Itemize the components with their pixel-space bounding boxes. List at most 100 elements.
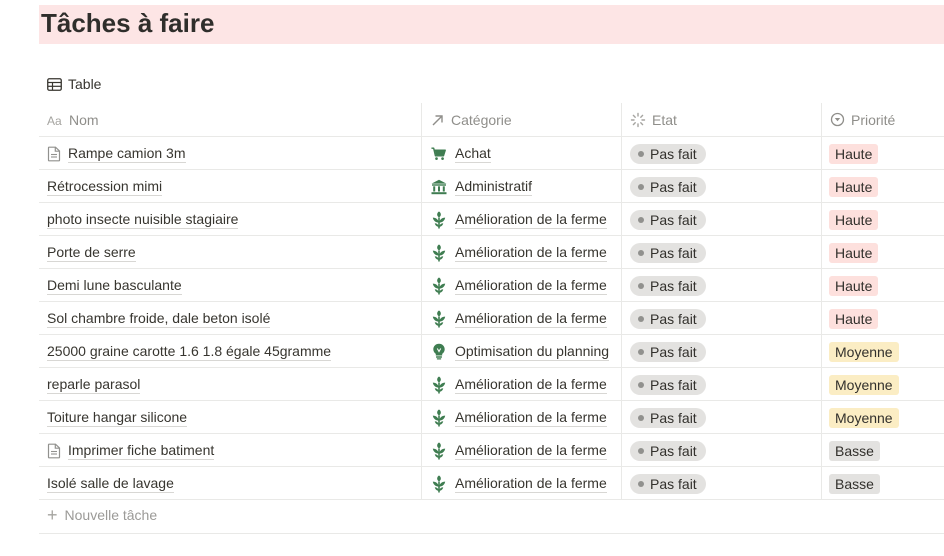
name-cell[interactable]: Imprimer fiche batiment [47, 434, 415, 467]
category-cell[interactable]: Amélioration de la ferme [431, 236, 617, 269]
plus-icon: + [47, 505, 58, 525]
table-row[interactable]: Porte de serre Amélioration de la ferme Pa… [39, 236, 944, 269]
task-name[interactable]: reparle parasol [47, 376, 141, 394]
category-cell[interactable]: Amélioration de la ferme [431, 434, 617, 467]
priority-cell[interactable]: Moyenne [829, 335, 943, 368]
svg-text:Aa: Aa [47, 114, 62, 126]
task-name[interactable]: Sol chambre froide, dale beton isolé [47, 310, 271, 328]
category-link[interactable]: Amélioration de la ferme [455, 376, 607, 394]
column-header-nom[interactable]: Aa Nom [47, 103, 99, 136]
category-cell[interactable]: Amélioration de la ferme [431, 302, 617, 335]
priority-cell[interactable]: Basse [829, 434, 943, 467]
table-row[interactable]: Demi lune basculante Amélioration de la f… [39, 269, 944, 302]
priority-cell[interactable]: Haute [829, 302, 943, 335]
category-link[interactable]: Achat [455, 145, 491, 163]
status-cell[interactable]: Pas fait [630, 137, 816, 170]
status-cell[interactable]: Pas fait [630, 434, 816, 467]
priority-cell[interactable]: Basse [829, 467, 943, 500]
priority-badge: Moyenne [829, 407, 899, 428]
table-row[interactable]: Toiture hangar silicone Amélioration de l… [39, 401, 944, 434]
name-cell[interactable]: 25000 graine carotte 1.6 1.8 égale 45gra… [47, 335, 415, 368]
view-tab-table[interactable]: Table [47, 74, 101, 94]
task-name[interactable]: Rétrocession mimi [47, 178, 163, 196]
status-label: Pas fait [650, 211, 697, 228]
table-bottom-divider [39, 533, 944, 534]
category-cell[interactable]: Administratif [431, 170, 617, 203]
status-cell[interactable]: Pas fait [630, 335, 816, 368]
category-cell[interactable]: Amélioration de la ferme [431, 467, 617, 500]
name-cell[interactable]: reparle parasol [47, 368, 415, 401]
category-link[interactable]: Amélioration de la ferme [455, 310, 607, 328]
new-task-button[interactable]: + Nouvelle tâche [47, 505, 157, 525]
status-cell[interactable]: Pas fait [630, 302, 816, 335]
status-label: Pas fait [650, 343, 697, 360]
status-dot-icon [638, 150, 644, 157]
priority-cell[interactable]: Haute [829, 137, 943, 170]
status-badge: Pas fait [630, 308, 706, 329]
name-cell[interactable]: Porte de serre [47, 236, 415, 269]
task-name[interactable]: Rampe camion 3m [68, 145, 186, 163]
task-name[interactable]: photo insecte nuisible stagiaire [47, 211, 239, 229]
status-cell[interactable]: Pas fait [630, 368, 816, 401]
name-cell[interactable]: Demi lune basculante [47, 269, 415, 302]
priority-badge: Basse [829, 473, 880, 494]
status-cell[interactable]: Pas fait [630, 269, 816, 302]
name-cell[interactable]: Rampe camion 3m [47, 137, 415, 170]
category-link[interactable]: Optimisation du planning [455, 343, 610, 361]
status-dot-icon [638, 381, 644, 388]
table-row[interactable]: Imprimer fiche batiment Amélioration de l… [39, 434, 944, 467]
priority-cell[interactable]: Haute [829, 236, 943, 269]
category-link[interactable]: Amélioration de la ferme [455, 277, 607, 295]
view-tab-label: Table [68, 76, 102, 92]
status-cell[interactable]: Pas fait [630, 236, 816, 269]
task-name[interactable]: Porte de serre [47, 244, 136, 262]
category-cell[interactable]: Amélioration de la ferme [431, 368, 617, 401]
table-row[interactable]: Sol chambre froide, dale beton isolé Amél… [39, 302, 944, 335]
category-link[interactable]: Amélioration de la ferme [455, 211, 607, 229]
priority-cell[interactable]: Haute [829, 269, 943, 302]
column-header-priorite[interactable]: Priorité [830, 103, 895, 136]
name-cell[interactable]: Rétrocession mimi [47, 170, 415, 203]
table-icon [47, 77, 62, 91]
table-row[interactable]: Rétrocession mimi Administratif Pas fait Ha… [39, 170, 944, 203]
category-cell[interactable]: Amélioration de la ferme [431, 401, 617, 434]
name-cell[interactable]: Isolé salle de lavage [47, 467, 415, 500]
status-badge: Pas fait [630, 374, 706, 395]
category-link[interactable]: Administratif [455, 178, 533, 196]
name-cell[interactable]: photo insecte nuisible stagiaire [47, 203, 415, 236]
column-header-etat[interactable]: Etat [630, 103, 677, 136]
name-cell[interactable]: Toiture hangar silicone [47, 401, 415, 434]
priority-cell[interactable]: Haute [829, 170, 943, 203]
table-row[interactable]: Rampe camion 3m Achat Pas fait Haute [39, 137, 944, 170]
category-link[interactable]: Amélioration de la ferme [455, 244, 607, 262]
task-name[interactable]: Toiture hangar silicone [47, 409, 188, 427]
task-name[interactable]: Isolé salle de lavage [47, 475, 174, 493]
table-row[interactable]: Isolé salle de lavage Amélioration de la … [39, 467, 944, 500]
table-row[interactable]: reparle parasol Amélioration de la ferme P… [39, 368, 944, 401]
column-header-categorie[interactable]: Catégorie [431, 103, 512, 136]
category-link[interactable]: Amélioration de la ferme [455, 442, 607, 460]
priority-cell[interactable]: Haute [829, 203, 943, 236]
table-row[interactable]: photo insecte nuisible stagiaire Améliora… [39, 203, 944, 236]
task-name[interactable]: 25000 graine carotte 1.6 1.8 égale 45gra… [47, 343, 332, 361]
status-dot-icon [638, 348, 644, 355]
priority-cell[interactable]: Moyenne [829, 368, 943, 401]
status-cell[interactable]: Pas fait [630, 401, 816, 434]
status-cell[interactable]: Pas fait [630, 170, 816, 203]
category-link[interactable]: Amélioration de la ferme [455, 409, 607, 427]
task-name[interactable]: Imprimer fiche batiment [68, 442, 215, 460]
priority-cell[interactable]: Moyenne [829, 401, 943, 434]
status-cell[interactable]: Pas fait [630, 203, 816, 236]
task-name[interactable]: Demi lune basculante [47, 277, 182, 295]
category-cell[interactable]: Achat [431, 137, 617, 170]
status-label: Pas fait [650, 442, 697, 459]
category-cell[interactable]: Amélioration de la ferme [431, 203, 617, 236]
table-row[interactable]: 25000 graine carotte 1.6 1.8 égale 45gra… [39, 335, 944, 368]
status-dot-icon [638, 216, 644, 223]
page-title[interactable]: Tâches à faire [41, 8, 214, 38]
category-cell[interactable]: Amélioration de la ferme [431, 269, 617, 302]
status-cell[interactable]: Pas fait [630, 467, 816, 500]
category-cell[interactable]: Optimisation du planning [431, 335, 617, 368]
name-cell[interactable]: Sol chambre froide, dale beton isolé [47, 302, 415, 335]
category-link[interactable]: Amélioration de la ferme [455, 475, 607, 493]
